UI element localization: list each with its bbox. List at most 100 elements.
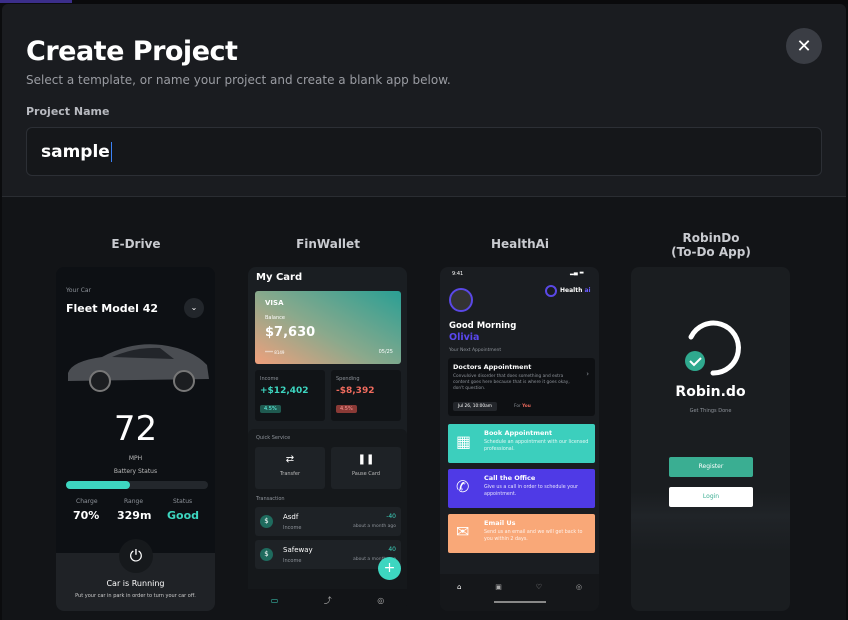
running-hint: Put your car in park in order to turn yo… (75, 593, 196, 599)
dollar-icon: $ (260, 515, 273, 528)
income-tile: Income +$12,402 4.5% (255, 370, 325, 421)
battery-bar (66, 481, 208, 489)
balance-value: $7,630 (265, 325, 316, 340)
calendar-icon: ▦ (456, 432, 472, 451)
home-indicator (493, 601, 546, 603)
template-card-healthai[interactable]: 9:41 ▂▄ ▬ Health ai Good Morning Olivia … (440, 267, 599, 611)
tx-time: about a month ago (352, 524, 396, 529)
visa-label: VISA (265, 299, 284, 307)
appointment-card: Doctors Appointment Convulsive disorder … (448, 358, 595, 416)
transfer-label: Transfer (279, 471, 301, 477)
add-icon: + (378, 557, 401, 580)
spending-label: Spending (336, 376, 360, 382)
robin-logo (685, 320, 741, 376)
your-car-label: Your Car (66, 287, 92, 294)
close-icon: ✕ (796, 35, 812, 57)
tx-name: Safeway (283, 546, 313, 554)
template-card-robindo[interactable]: Robin.do Get Things Done Register Login (631, 267, 790, 611)
modal-subtitle: Select a template, or name your project … (26, 73, 451, 87)
action-desc: Schedule an appointment with our license… (484, 440, 589, 452)
profile-icon: ◎ (575, 583, 583, 591)
robin-tagline: Get Things Done (689, 408, 732, 414)
pause-icon: ❚❚ (357, 454, 375, 465)
template-name-edrive: E-Drive (111, 237, 161, 251)
greeting: Good Morning (449, 321, 517, 331)
status-time: 9:41 (452, 271, 464, 277)
transaction-row: $ Asdf Income -40 about a month ago (255, 507, 401, 536)
pause-label: Pause Card (352, 471, 380, 477)
quick-service-label: Quick Service (256, 435, 291, 441)
template-name-robindo-sub: (To-Do App) (671, 245, 751, 259)
tx-name: Asdf (283, 513, 299, 521)
tx-type: Income (283, 525, 302, 531)
card-icon: ▭ (270, 595, 279, 605)
action-card: ✆ Call the Office Give us a call in orde… (448, 469, 595, 508)
modal-title: Create Project (26, 36, 238, 67)
transfer-tile: ⇄ Transfer (255, 447, 325, 489)
transaction-label: Transaction (256, 496, 285, 502)
bottom-nav: ⌂ ▣ ♡ ◎ (440, 574, 599, 611)
user-name: Olivia (449, 332, 480, 343)
template-card-finwallet[interactable]: My Card VISA Balance $7,630 **** 8149 05… (248, 267, 407, 611)
status-value: Good (167, 509, 200, 522)
project-name-input[interactable]: sample (26, 127, 822, 176)
spending-tile: Spending -$8,392 4.5% (331, 370, 401, 421)
income-label: Income (260, 376, 279, 382)
action-card: ▦ Book Appointment Schedule an appointme… (448, 424, 595, 463)
next-appointment-label: Your Next Appointment (449, 348, 502, 353)
card-expiry: 05/25 (378, 349, 393, 355)
text-caret (110, 141, 112, 162)
tx-amount: 40 (388, 546, 396, 553)
car-image (68, 344, 209, 392)
chevron-right-icon: › (586, 370, 589, 378)
speed-value: 72 (113, 409, 158, 449)
dollar-icon: $ (260, 548, 273, 561)
template-card-edrive[interactable]: Your Car Fleet Model 42 ⌄ 72 MPH Battery… (56, 267, 215, 611)
bottom-nav: ▭ ⤴ ◎ (248, 589, 407, 611)
health-logo-suffix: ai (584, 287, 591, 294)
income-value: +$12,402 (260, 386, 309, 396)
battery-label: Battery Status (113, 468, 158, 475)
robin-brand: Robin.do (675, 384, 746, 400)
calendar-nav-icon: ▣ (495, 583, 502, 591)
action-title: Email Us (484, 519, 516, 527)
range-value: 329m (117, 509, 152, 522)
for-label: For (514, 404, 521, 409)
project-name-label: Project Name (26, 105, 110, 118)
create-project-modal: Create Project Select a template, or nam… (2, 4, 846, 620)
mail-icon: ✉ (456, 522, 470, 541)
action-card: ✉ Email Us Send us an email and we will … (448, 514, 595, 553)
action-desc: Give us a call in order to schedule your… (484, 485, 579, 497)
heart-icon: ♡ (535, 583, 543, 591)
car-model: Fleet Model 42 (66, 302, 159, 315)
template-name-finwallet: FinWallet (296, 237, 360, 251)
chart-icon: ⤴ (323, 595, 332, 605)
appointment-desc: Convulsive disorder that does something … (453, 374, 570, 392)
profile-icon: ◎ (377, 595, 385, 605)
charge-value: 70% (73, 509, 100, 522)
action-title: Call the Office (484, 474, 536, 482)
transfer-icon: ⇄ (285, 454, 295, 465)
template-name-robindo: RobinDo (682, 231, 740, 245)
my-card-title: My Card (256, 272, 303, 283)
phone-icon: ✆ (456, 477, 470, 496)
spending-pct: 4.5% (336, 405, 357, 413)
status-label: Status (173, 498, 193, 505)
card-number: **** 8149 (265, 350, 285, 355)
login-button: Login (669, 487, 753, 507)
action-title: Book Appointment (484, 429, 553, 437)
charge-label: Charge (76, 498, 98, 505)
action-desc: Send us an email and we will get back to… (484, 530, 583, 542)
power-icon: ⏻ (119, 539, 153, 573)
appointment-title: Doctors Appointment (453, 363, 532, 371)
template-name-healthai: HealthAi (490, 237, 550, 251)
chevron-down-icon: ⌄ (184, 298, 204, 318)
bank-card: VISA Balance $7,630 **** 8149 05/25 (255, 291, 401, 364)
speed-unit: MPH (128, 455, 143, 462)
for-who: You (522, 404, 531, 409)
signal-battery-icon: ▂▄ ▬ (570, 270, 585, 276)
pause-tile: ❚❚ Pause Card (331, 447, 401, 489)
tx-type: Income (283, 558, 302, 564)
health-logo-icon (545, 285, 557, 297)
close-button[interactable]: ✕ (786, 28, 822, 64)
